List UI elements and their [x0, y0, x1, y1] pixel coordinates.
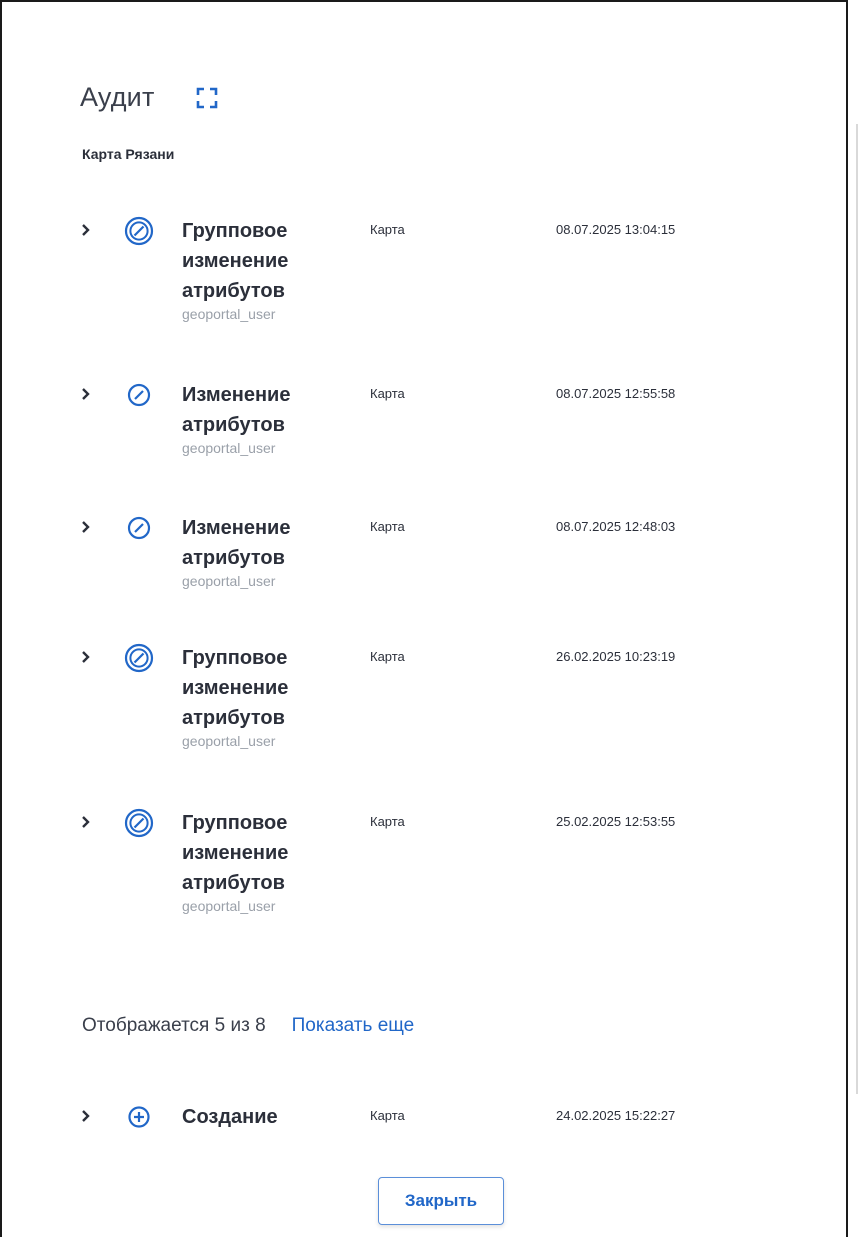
plus-circle-icon: [128, 1106, 150, 1128]
chevron-right-icon[interactable]: [78, 1108, 94, 1124]
audit-datetime: 25.02.2025 12:53:55: [556, 814, 676, 829]
audit-object: Карта: [370, 1108, 405, 1123]
audit-action: Изменение атрибутов geoportal_user: [182, 513, 332, 591]
audit-user: geoportal_user: [182, 440, 276, 456]
audit-object: Карта: [370, 814, 405, 829]
audit-action-label: Создание: [182, 1106, 278, 1128]
audit-action-label: Изменение атрибутов: [182, 517, 291, 569]
audit-user: geoportal_user: [182, 306, 276, 322]
pagination: Отображается 5 из 8 Показать еще: [82, 1015, 414, 1037]
audit-object: Карта: [370, 386, 405, 401]
edit-icon: [127, 516, 151, 540]
audit-action: Изменение атрибутов geoportal_user: [182, 380, 332, 458]
audit-object: Карта: [370, 649, 405, 664]
audit-user: geoportal_user: [182, 573, 276, 589]
dialog-header: Аудит: [80, 82, 219, 113]
audit-action: Создание: [182, 1102, 332, 1132]
audit-user: geoportal_user: [182, 898, 276, 914]
group-edit-icon: [124, 643, 154, 673]
group-edit-icon: [124, 216, 154, 246]
show-more-link[interactable]: Показать еще: [292, 1015, 415, 1037]
audit-action-label: Групповое изменение атрибутов: [182, 812, 289, 894]
chevron-right-icon[interactable]: [78, 814, 94, 830]
audit-datetime: 08.07.2025 12:48:03: [556, 519, 676, 534]
audit-action-label: Групповое изменение атрибутов: [182, 647, 289, 729]
audit-datetime: 24.02.2025 15:22:27: [556, 1108, 676, 1123]
chevron-right-icon[interactable]: [78, 519, 94, 535]
chevron-right-icon[interactable]: [78, 222, 94, 238]
audit-object: Карта: [370, 222, 405, 237]
expand-icon[interactable]: [195, 86, 219, 110]
chevron-right-icon[interactable]: [78, 386, 94, 402]
audit-action: Групповое изменение атрибутов geoportal_…: [182, 216, 332, 324]
audit-action: Групповое изменение атрибутов geoportal_…: [182, 808, 332, 916]
audit-datetime: 08.07.2025 13:04:15: [556, 222, 676, 237]
audit-action-label: Групповое изменение атрибутов: [182, 220, 289, 302]
audit-dialog: Аудит Карта Рязани Групповое изменение а…: [0, 0, 848, 1237]
audit-action: Групповое изменение атрибутов geoportal_…: [182, 643, 332, 751]
audit-datetime: 26.02.2025 10:23:19: [556, 649, 676, 664]
audit-datetime: 08.07.2025 12:55:58: [556, 386, 676, 401]
group-edit-icon: [124, 808, 154, 838]
close-button[interactable]: Закрыть: [378, 1177, 504, 1225]
audit-user: geoportal_user: [182, 733, 276, 749]
audit-object: Карта: [370, 519, 405, 534]
dialog-title: Аудит: [80, 82, 155, 112]
shown-count-text: Отображается 5 из 8: [82, 1015, 266, 1036]
audit-action-label: Изменение атрибутов: [182, 384, 291, 436]
edit-icon: [127, 383, 151, 407]
chevron-right-icon[interactable]: [78, 649, 94, 665]
map-name: Карта Рязани: [82, 146, 175, 162]
